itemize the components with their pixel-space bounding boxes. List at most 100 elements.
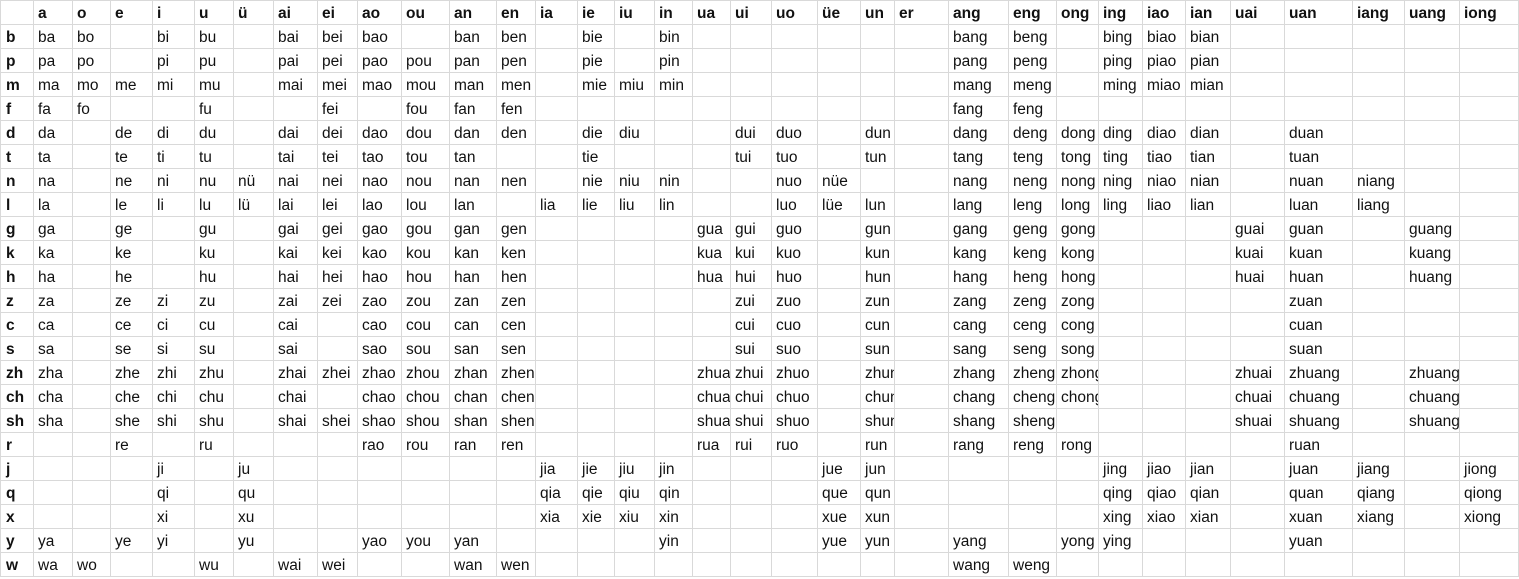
syllable-cell[interactable]	[1098, 408, 1143, 433]
syllable-cell[interactable]: miu	[614, 72, 655, 97]
syllable-cell[interactable]: ya	[33, 528, 73, 553]
syllable-cell[interactable]: rui	[730, 432, 772, 457]
syllable-cell[interactable]	[692, 120, 731, 145]
syllable-cell[interactable]: zou	[401, 288, 450, 313]
syllable-cell[interactable]: wei	[317, 552, 358, 577]
syllable-cell[interactable]: guo	[771, 216, 818, 241]
syllable-cell[interactable]	[233, 72, 274, 97]
syllable-cell[interactable]	[194, 504, 234, 529]
syllable-cell[interactable]: se	[110, 336, 153, 361]
syllable-cell[interactable]	[730, 456, 772, 481]
syllable-cell[interactable]	[817, 336, 861, 361]
syllable-cell[interactable]: nüe	[817, 168, 861, 193]
syllable-cell[interactable]	[1056, 96, 1099, 121]
syllable-cell[interactable]	[1284, 96, 1353, 121]
syllable-cell[interactable]: fo	[72, 96, 111, 121]
final-header-cell[interactable]: ing	[1098, 0, 1143, 25]
syllable-cell[interactable]: xiong	[1459, 504, 1519, 529]
syllable-cell[interactable]: heng	[1008, 264, 1057, 289]
initial-cell[interactable]: d	[0, 120, 34, 145]
syllable-cell[interactable]: jiu	[614, 456, 655, 481]
syllable-cell[interactable]: shun	[860, 408, 895, 433]
syllable-cell[interactable]: liang	[1352, 192, 1405, 217]
syllable-cell[interactable]: du	[194, 120, 234, 145]
syllable-cell[interactable]	[817, 144, 861, 169]
initial-cell[interactable]: n	[0, 168, 34, 193]
syllable-cell[interactable]: sha	[33, 408, 73, 433]
syllable-cell[interactable]: chang	[948, 384, 1009, 409]
syllable-cell[interactable]	[1185, 264, 1231, 289]
syllable-cell[interactable]	[1142, 288, 1186, 313]
syllable-cell[interactable]: qie	[577, 480, 615, 505]
syllable-cell[interactable]	[692, 288, 731, 313]
syllable-cell[interactable]: chan	[449, 384, 497, 409]
syllable-cell[interactable]: zhou	[401, 360, 450, 385]
syllable-cell[interactable]: hang	[948, 264, 1009, 289]
syllable-cell[interactable]: chong	[1056, 384, 1099, 409]
syllable-cell[interactable]	[1404, 120, 1460, 145]
syllable-cell[interactable]	[1404, 96, 1460, 121]
syllable-cell[interactable]	[1352, 336, 1405, 361]
initial-cell[interactable]: sh	[0, 408, 34, 433]
syllable-cell[interactable]	[1352, 144, 1405, 169]
syllable-cell[interactable]	[692, 96, 731, 121]
syllable-cell[interactable]	[1056, 552, 1099, 577]
syllable-cell[interactable]: cun	[860, 312, 895, 337]
syllable-cell[interactable]: shen	[496, 408, 536, 433]
syllable-cell[interactable]	[817, 552, 861, 577]
syllable-cell[interactable]	[357, 552, 402, 577]
syllable-cell[interactable]: shua	[692, 408, 731, 433]
syllable-cell[interactable]	[654, 432, 693, 457]
syllable-cell[interactable]: ka	[33, 240, 73, 265]
syllable-cell[interactable]	[233, 48, 274, 73]
syllable-cell[interactable]: lia	[535, 192, 578, 217]
syllable-cell[interactable]	[654, 216, 693, 241]
syllable-cell[interactable]: zheng	[1008, 360, 1057, 385]
syllable-cell[interactable]	[233, 288, 274, 313]
syllable-cell[interactable]: ren	[496, 432, 536, 457]
syllable-cell[interactable]	[1404, 288, 1460, 313]
syllable-cell[interactable]: keng	[1008, 240, 1057, 265]
syllable-cell[interactable]	[535, 48, 578, 73]
syllable-cell[interactable]	[1185, 384, 1231, 409]
syllable-cell[interactable]	[1459, 360, 1519, 385]
final-header-cell[interactable]: o	[72, 0, 111, 25]
syllable-cell[interactable]: liao	[1142, 192, 1186, 217]
syllable-cell[interactable]: dai	[273, 120, 318, 145]
syllable-cell[interactable]: ken	[496, 240, 536, 265]
syllable-cell[interactable]	[357, 96, 402, 121]
syllable-cell[interactable]: ce	[110, 312, 153, 337]
syllable-cell[interactable]	[1284, 72, 1353, 97]
syllable-cell[interactable]	[1459, 432, 1519, 457]
syllable-cell[interactable]: diu	[614, 120, 655, 145]
syllable-cell[interactable]	[194, 480, 234, 505]
syllable-cell[interactable]: zhuai	[1230, 360, 1285, 385]
syllable-cell[interactable]	[771, 72, 818, 97]
syllable-cell[interactable]: pian	[1185, 48, 1231, 73]
syllable-cell[interactable]	[894, 552, 949, 577]
final-header-cell[interactable]: eng	[1008, 0, 1057, 25]
final-header-cell[interactable]: an	[449, 0, 497, 25]
syllable-cell[interactable]	[654, 312, 693, 337]
syllable-cell[interactable]: fang	[948, 96, 1009, 121]
syllable-cell[interactable]	[273, 480, 318, 505]
syllable-cell[interactable]: zhang	[948, 360, 1009, 385]
syllable-cell[interactable]	[894, 360, 949, 385]
syllable-cell[interactable]: po	[72, 48, 111, 73]
syllable-cell[interactable]	[1459, 408, 1519, 433]
syllable-cell[interactable]: run	[860, 432, 895, 457]
syllable-cell[interactable]: qi	[152, 480, 195, 505]
syllable-cell[interactable]	[1459, 168, 1519, 193]
syllable-cell[interactable]: chi	[152, 384, 195, 409]
syllable-cell[interactable]: hun	[860, 264, 895, 289]
syllable-cell[interactable]	[948, 456, 1009, 481]
syllable-cell[interactable]: man	[449, 72, 497, 97]
syllable-cell[interactable]: kan	[449, 240, 497, 265]
syllable-cell[interactable]	[730, 480, 772, 505]
syllable-cell[interactable]	[496, 528, 536, 553]
syllable-cell[interactable]: zi	[152, 288, 195, 313]
syllable-cell[interactable]	[33, 504, 73, 529]
syllable-cell[interactable]	[535, 408, 578, 433]
syllable-cell[interactable]	[110, 96, 153, 121]
syllable-cell[interactable]: xing	[1098, 504, 1143, 529]
